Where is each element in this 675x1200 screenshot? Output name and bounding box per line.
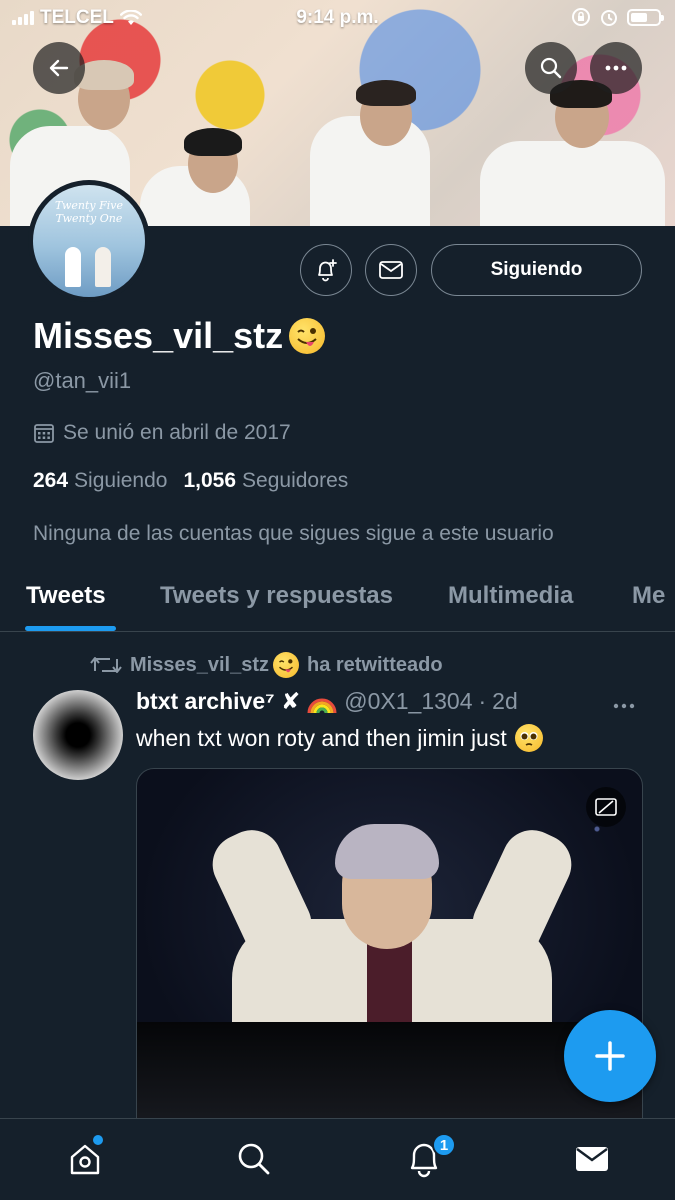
mutual-followers-note: Ninguna de las cuentas que sigues sigue … — [33, 522, 554, 545]
pleading-emoji — [514, 724, 543, 752]
followers-stat[interactable]: 1,056 Seguidores — [183, 469, 348, 493]
home-icon — [70, 1144, 100, 1175]
captions-button[interactable] — [586, 787, 626, 827]
rainbow-emoji — [307, 698, 337, 713]
avatar-title-text: Twenty Five Twenty One — [55, 199, 123, 225]
cc-icon — [595, 798, 617, 816]
following-button[interactable]: Siguiendo — [431, 244, 642, 296]
notifications-badge: 1 — [432, 1133, 456, 1157]
status-bar-right — [571, 7, 664, 27]
followers-label: Seguidores — [242, 469, 349, 492]
media-figure-hair — [335, 824, 439, 879]
display-name-text: Misses_vil_stz — [33, 315, 284, 356]
retweet-icon — [90, 657, 122, 673]
joined-date: Se unió en abril de 2017 — [33, 421, 291, 445]
bell-plus-icon — [318, 259, 337, 282]
banner-person — [480, 141, 665, 226]
profile-tabs: Tweets Tweets y respuestas Multimedia Me — [0, 560, 675, 632]
back-button[interactable] — [33, 42, 85, 94]
followers-count: 1,056 — [183, 469, 237, 492]
tab-tweets-replies[interactable]: Tweets y respuestas — [160, 582, 393, 610]
joined-text: Se unió en abril de 2017 — [63, 421, 291, 444]
more-button[interactable] — [590, 42, 642, 94]
banner-person-hair — [184, 128, 242, 156]
status-bar: TELCEL 9:14 p.m. — [0, 0, 675, 36]
display-name: Misses_vil_stz — [33, 315, 326, 357]
mail-icon — [576, 1147, 608, 1171]
tab-tweets[interactable]: Tweets — [26, 582, 106, 610]
message-button[interactable] — [365, 244, 417, 296]
alarm-icon — [601, 10, 617, 26]
tweet-header: btxt archive⁷ ✘ @0X1_1304 · 2d — [136, 688, 518, 715]
retweet-by-name: Misses_vil_stz — [130, 653, 269, 676]
bottom-navigation — [0, 1118, 675, 1200]
search-icon — [540, 57, 562, 79]
avatar-figure — [95, 247, 111, 287]
retweet-context[interactable]: Misses_vil_stz ha retwitteado — [90, 652, 443, 678]
plus-icon — [595, 1041, 625, 1071]
following-stat[interactable]: 264 Siguiendo — [33, 469, 167, 493]
wink-tongue-emoji — [289, 318, 326, 354]
nav-search[interactable] — [232, 1137, 276, 1181]
tweet-author-name[interactable]: btxt archive⁷ ✘ — [136, 688, 300, 715]
following-label: Siguiendo — [74, 469, 168, 492]
tweet-body: when txt won roty and then jimin just — [136, 724, 543, 752]
notifications-toggle-button[interactable] — [300, 244, 352, 296]
profile-handle: @tan_vii1 — [33, 368, 132, 393]
tweet-text: when txt won roty and then jimin just — [136, 724, 507, 751]
tweet-separator: · — [478, 688, 487, 714]
banner-person-hair — [356, 80, 416, 106]
follow-stats: 264 Siguiendo 1,056 Seguidores — [33, 469, 348, 493]
tweet-author-handle[interactable]: @0X1_1304 — [344, 688, 472, 715]
tweet-author-avatar[interactable] — [33, 690, 123, 780]
back-arrow-icon — [49, 59, 69, 77]
nav-messages[interactable] — [570, 1137, 614, 1181]
avatar-figure — [65, 247, 81, 287]
home-unread-dot — [93, 1135, 103, 1145]
retweet-suffix: ha retwitteado — [306, 653, 443, 676]
tab-media[interactable]: Multimedia — [448, 582, 573, 610]
tweet-more-button[interactable] — [612, 690, 636, 716]
wink-tongue-emoji — [272, 652, 299, 678]
profile-avatar[interactable]: Twenty Five Twenty One — [28, 180, 150, 302]
more-icon — [613, 703, 635, 709]
battery-icon — [627, 8, 664, 26]
search-icon — [238, 1143, 270, 1175]
compose-tweet-button[interactable] — [564, 1010, 656, 1102]
search-button[interactable] — [525, 42, 577, 94]
mail-icon — [379, 261, 403, 279]
tab-likes[interactable]: Me — [632, 582, 665, 610]
active-tab-indicator — [25, 626, 116, 631]
calendar-icon — [34, 424, 54, 443]
rotation-lock-icon — [572, 8, 590, 26]
tweet-time[interactable]: 2d — [492, 688, 518, 715]
following-count: 264 — [33, 469, 69, 492]
more-icon — [605, 65, 627, 71]
